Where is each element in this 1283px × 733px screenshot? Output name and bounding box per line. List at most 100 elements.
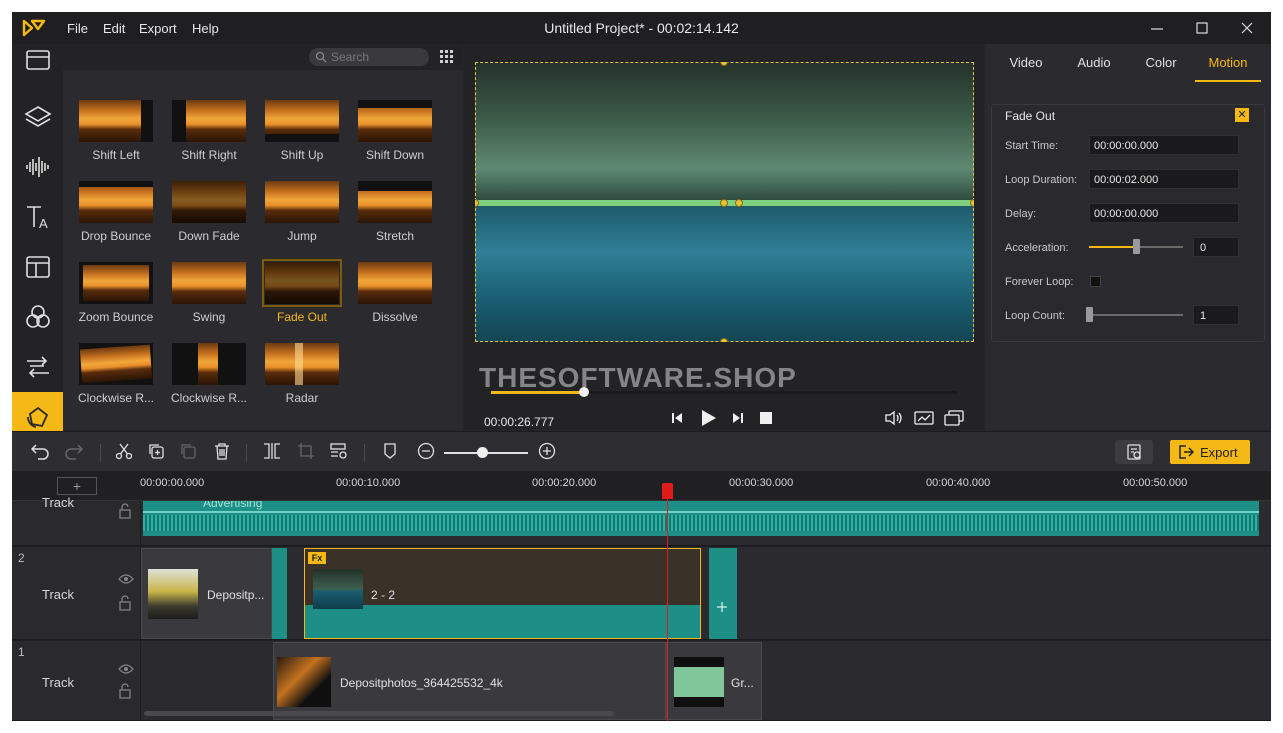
layout-settings-icon[interactable] [329, 442, 349, 460]
cut-icon[interactable] [115, 442, 133, 460]
marker-icon[interactable] [382, 442, 398, 460]
ruler-tick-label: 00:00:00.000 [140, 477, 205, 489]
scrubber-knob[interactable] [579, 387, 590, 397]
stop-icon[interactable] [758, 410, 774, 426]
lock-icon[interactable] [118, 503, 132, 519]
effect-jump[interactable]: Jump [264, 181, 340, 251]
video-canvas[interactable] [475, 62, 974, 342]
effect-clockwise-rotate-1[interactable]: Clockwise R... [78, 343, 154, 413]
lock-icon[interactable] [118, 683, 132, 699]
timeline-scrollbar[interactable] [144, 711, 614, 716]
copy-icon[interactable] [147, 442, 165, 460]
effect-shift-down[interactable]: Shift Down [357, 100, 433, 170]
effect-radar[interactable]: Radar [264, 343, 340, 413]
zoom-in-icon[interactable] [538, 442, 556, 460]
preview-timecode: 00:00:26.777 [484, 415, 555, 429]
minimize-icon[interactable] [1142, 16, 1172, 40]
lock-icon[interactable] [118, 595, 132, 611]
redo-icon[interactable] [64, 442, 84, 460]
preview-scrubber[interactable] [491, 387, 957, 397]
audio-clip-tail[interactable] [709, 548, 737, 639]
eye-icon[interactable] [118, 663, 134, 675]
search-input[interactable]: Search [309, 48, 429, 66]
zoom-out-icon[interactable] [417, 442, 435, 460]
menu-help[interactable]: Help [192, 21, 219, 36]
effect-drop-bounce[interactable]: Drop Bounce [78, 181, 154, 251]
loop-count-knob[interactable] [1086, 307, 1093, 322]
close-icon[interactable] [1232, 16, 1262, 40]
sidebar-text-button[interactable]: A [12, 192, 63, 242]
sidebar-layers-button[interactable] [12, 92, 63, 142]
template-icon [25, 256, 50, 278]
remove-effect-button[interactable]: ✕ [1235, 108, 1249, 122]
anchor-handle[interactable] [720, 199, 728, 207]
forever-loop-checkbox[interactable] [1090, 276, 1101, 287]
playhead-handle[interactable] [662, 483, 673, 499]
export-button[interactable]: Export [1170, 440, 1250, 464]
effect-down-fade[interactable]: Down Fade [171, 181, 247, 251]
tab-audio[interactable]: Audio [1061, 44, 1127, 82]
effect-shift-left[interactable]: Shift Left [78, 100, 154, 170]
effect-shift-up[interactable]: Shift Up [264, 100, 340, 170]
acceleration-knob[interactable] [1133, 239, 1140, 254]
transition-clip[interactable] [272, 548, 287, 639]
menu-file[interactable]: File [67, 21, 88, 36]
acceleration-value[interactable]: 0 [1193, 237, 1239, 257]
effect-shift-right[interactable]: Shift Right [171, 100, 247, 170]
tab-video[interactable]: Video [993, 44, 1059, 82]
effect-thumbnail [265, 343, 339, 385]
previous-frame-icon[interactable] [669, 410, 685, 426]
title-bar: File Edit Export Help Untitled Project* … [12, 12, 1271, 44]
next-frame-icon[interactable] [730, 410, 746, 426]
resize-handle-bottom[interactable] [720, 338, 728, 342]
eye-icon[interactable] [118, 573, 134, 585]
resize-handle-right[interactable] [970, 199, 974, 207]
effect-zoom-bounce[interactable]: Zoom Bounce [78, 262, 154, 332]
effect-stretch[interactable]: Stretch [357, 181, 433, 251]
sidebar-template-button[interactable] [12, 242, 63, 292]
video-clip[interactable]: Depositp... [141, 548, 272, 639]
delay-field[interactable]: 00:00:00.000 [1089, 203, 1239, 223]
crop-icon[interactable] [297, 442, 315, 460]
loop-count-value[interactable]: 1 [1193, 305, 1239, 325]
fullscreen-icon[interactable] [944, 410, 964, 426]
menu-edit[interactable]: Edit [103, 21, 125, 36]
loop-duration-field[interactable]: 00:00:02.000 [1089, 169, 1239, 189]
sidebar-transitions-button[interactable] [12, 342, 63, 392]
effect-dissolve[interactable]: Dissolve [357, 262, 433, 332]
sidebar-filters-button[interactable] [12, 292, 63, 342]
video-clip[interactable]: Depositphotos_364425532_4k [273, 642, 666, 720]
clip-thumbnail [313, 569, 363, 609]
acceleration-slider[interactable] [1089, 239, 1183, 254]
sidebar-media-button[interactable] [12, 34, 63, 84]
track-lane-1: Depositphotos_364425532_4k Gr... [141, 641, 1271, 721]
sidebar-audio-button[interactable] [12, 142, 63, 192]
paste-icon[interactable] [179, 442, 197, 460]
video-clip[interactable]: Gr... [666, 642, 762, 720]
menu-export[interactable]: Export [139, 21, 177, 36]
add-icon[interactable] [715, 600, 729, 614]
search-icon [315, 51, 327, 63]
rotate-handle[interactable] [735, 199, 743, 207]
effect-fade-out[interactable]: Fade Out [262, 259, 342, 332]
grid-view-icon[interactable] [439, 49, 455, 65]
effect-clockwise-rotate-2[interactable]: Clockwise R... [171, 343, 247, 413]
maximize-icon[interactable] [1187, 16, 1217, 40]
play-icon[interactable] [698, 408, 718, 428]
time-ruler[interactable]: + 00:00:00.000 00:00:10.000 00:00:20.000… [12, 471, 1271, 501]
loop-count-slider[interactable] [1086, 307, 1183, 322]
add-track-button[interactable]: + [57, 477, 97, 495]
start-time-field[interactable]: 00:00:00.000 [1089, 135, 1239, 155]
zoom-knob[interactable] [476, 447, 488, 458]
audio-clip[interactable]: Advertising [143, 501, 1259, 536]
tab-color[interactable]: Color [1128, 44, 1194, 82]
volume-icon[interactable] [884, 410, 904, 426]
split-icon[interactable] [262, 442, 282, 460]
project-settings-button[interactable] [1115, 440, 1153, 464]
effect-swing[interactable]: Swing [171, 262, 247, 332]
undo-icon[interactable] [30, 442, 50, 460]
video-clip-selected[interactable]: Fx 2 - 2 [304, 548, 701, 639]
snapshot-icon[interactable] [914, 410, 934, 426]
delete-icon[interactable] [213, 442, 231, 460]
tab-motion[interactable]: Motion [1195, 44, 1261, 82]
